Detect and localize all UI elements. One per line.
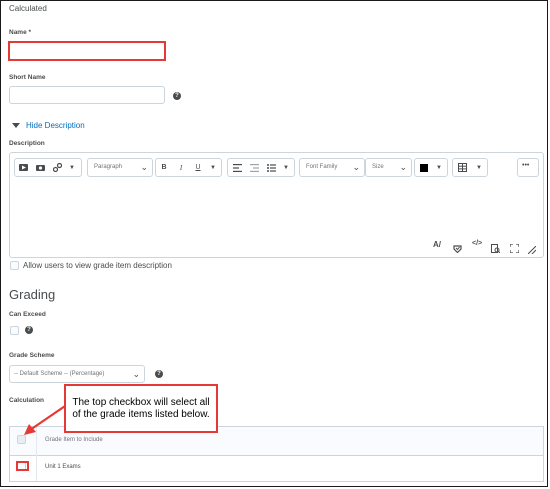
chevron-down-icon: ⌄ bbox=[132, 369, 140, 379]
chevron-down-icon: ▼ bbox=[69, 164, 75, 171]
underline-button[interactable]: U bbox=[191, 159, 205, 176]
text-style-more-dropdown[interactable]: ▼ bbox=[207, 159, 219, 176]
media-more-dropdown[interactable]: ▼ bbox=[66, 159, 78, 176]
short-name-input[interactable] bbox=[9, 86, 165, 104]
bold-button[interactable]: B bbox=[157, 159, 171, 176]
text-color-button[interactable] bbox=[417, 159, 431, 176]
grading-heading: Grading bbox=[9, 287, 56, 302]
insert-image-button[interactable] bbox=[33, 159, 47, 176]
triangle-down-icon bbox=[12, 122, 20, 128]
color-swatch-icon bbox=[420, 163, 428, 172]
chevron-down-icon: ▼ bbox=[283, 164, 289, 171]
chevron-down-icon: ▼ bbox=[210, 164, 216, 171]
text-color-dropdown[interactable]: ▼ bbox=[433, 159, 445, 176]
list-more-dropdown[interactable]: ▼ bbox=[280, 159, 292, 176]
question-icon[interactable]: ? bbox=[25, 326, 33, 334]
name-label: Name * bbox=[9, 29, 32, 36]
allow-view-description-label: Allow users to view grade item descripti… bbox=[23, 261, 172, 270]
annotation-callout: The top checkbox will select all of the … bbox=[64, 384, 218, 433]
hide-description-toggle[interactable]: Hide Description bbox=[12, 121, 85, 130]
font-family-select-label: Font Family bbox=[306, 164, 338, 170]
source-code-icon[interactable]: </> bbox=[472, 240, 482, 247]
chevron-down-icon: ⌄ bbox=[140, 162, 148, 172]
indent-button[interactable] bbox=[247, 159, 261, 176]
insert-stuff-button[interactable] bbox=[16, 159, 30, 176]
bullet-list-button[interactable] bbox=[264, 159, 278, 176]
short-name-label: Short Name bbox=[9, 74, 46, 81]
font-family-select[interactable]: Font Family ⌄ bbox=[299, 158, 365, 177]
grade-items-table bbox=[9, 426, 544, 482]
video-icon bbox=[18, 164, 28, 171]
paragraph-select-label: Paragraph bbox=[94, 164, 123, 170]
spellcheck-icon[interactable]: A/ bbox=[433, 240, 441, 249]
accessibility-icon[interactable] bbox=[453, 240, 462, 258]
font-size-select-label: Size bbox=[372, 164, 384, 170]
checkbox-highlight-annotation bbox=[16, 461, 29, 471]
description-label: Description bbox=[9, 140, 45, 147]
insert-table-button[interactable] bbox=[455, 159, 469, 176]
can-exceed-label: Can Exceed bbox=[9, 311, 46, 318]
align-left-icon bbox=[232, 163, 242, 172]
grade-scheme-select[interactable]: -- Default Scheme -- (Percentage) ⌄ bbox=[9, 365, 145, 383]
hide-description-label: Hide Description bbox=[26, 121, 85, 130]
question-icon[interactable]: ? bbox=[173, 92, 181, 100]
table-dropdown[interactable]: ▼ bbox=[473, 159, 485, 176]
more-actions-button[interactable]: ••• bbox=[517, 158, 539, 177]
annotation-callout-text: The top checkbox will select all of the … bbox=[72, 396, 210, 420]
align-button[interactable] bbox=[230, 159, 244, 176]
name-highlight-annotation bbox=[8, 41, 166, 61]
fullscreen-icon[interactable] bbox=[509, 240, 520, 258]
chevron-down-icon: ▼ bbox=[436, 164, 442, 171]
can-exceed-checkbox[interactable] bbox=[10, 326, 19, 335]
indent-icon bbox=[249, 163, 259, 172]
resize-icon[interactable] bbox=[527, 241, 537, 259]
partial-section-title: Calculated bbox=[9, 4, 47, 13]
paragraph-select[interactable]: Paragraph ⌄ bbox=[87, 158, 153, 177]
grade-item-label: Unit 1 Exams bbox=[45, 464, 81, 470]
chevron-down-icon: ▼ bbox=[476, 164, 482, 171]
grade-scheme-label: Grade Scheme bbox=[9, 352, 55, 359]
table-icon bbox=[457, 163, 467, 172]
question-icon[interactable]: ? bbox=[155, 370, 163, 378]
allow-view-description-checkbox[interactable] bbox=[10, 261, 19, 270]
bullet-list-icon bbox=[266, 163, 276, 172]
camera-icon bbox=[35, 165, 45, 171]
insert-link-button[interactable] bbox=[50, 159, 64, 176]
font-size-select[interactable]: Size ⌄ bbox=[365, 158, 412, 177]
chevron-down-icon: ⌄ bbox=[352, 162, 360, 172]
italic-button[interactable]: I bbox=[174, 159, 188, 176]
ellipsis-icon: ••• bbox=[522, 162, 530, 169]
preview-icon[interactable] bbox=[491, 240, 501, 258]
chevron-down-icon: ⌄ bbox=[399, 162, 407, 172]
link-icon bbox=[52, 163, 62, 172]
grade-scheme-value: -- Default Scheme -- (Percentage) bbox=[14, 371, 105, 377]
